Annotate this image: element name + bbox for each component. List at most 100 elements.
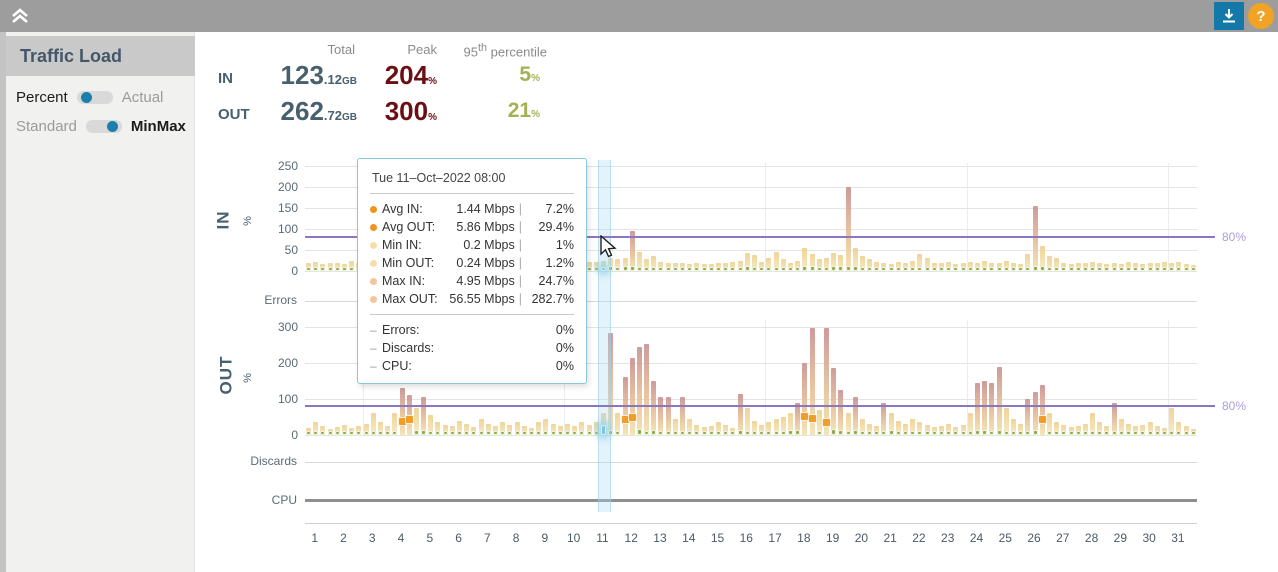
- avg-bar: [931, 267, 937, 271]
- gridline: [305, 435, 1197, 436]
- out-threshold-label: 80%: [1222, 399, 1247, 413]
- avg-marker: [821, 417, 831, 427]
- x-day-label: 1: [311, 531, 319, 545]
- avg-bar: [665, 431, 671, 435]
- x-day-label: 30: [1142, 531, 1156, 545]
- avg-bar: [377, 431, 383, 435]
- avg-bar: [744, 266, 750, 271]
- avg-bar: [716, 431, 722, 435]
- tooltip-aux-rows: – Errors: 0% – Discards: 0% – CPU: 0%: [370, 321, 574, 375]
- errors-axis-label: Errors: [264, 293, 297, 307]
- traffic-chart[interactable]: 250 200 150 100 50 0 300 200 100 0 1 2 3 4 5 6 7 8 9 10 11 12…: [0, 0, 1278, 572]
- x-day-label: 16: [739, 531, 753, 545]
- avg-bar: [701, 267, 707, 271]
- avg-bar: [1054, 431, 1060, 435]
- avg-bar: [787, 267, 793, 271]
- avg-bar: [529, 431, 534, 435]
- x-day-label: 12: [624, 531, 638, 545]
- avg-bar: [672, 431, 678, 435]
- avg-bar: [449, 431, 455, 435]
- avg-bar: [1126, 431, 1132, 435]
- series-marker-icon: [370, 259, 377, 267]
- avg-bar: [1183, 266, 1189, 271]
- avg-bar: [1111, 267, 1117, 271]
- avg-bar: [1154, 267, 1160, 271]
- y-tick-label: 0: [291, 264, 298, 278]
- max-bar: [629, 357, 635, 435]
- avg-bar: [1018, 267, 1024, 271]
- avg-bar: [622, 266, 628, 271]
- avg-bar: [680, 430, 686, 435]
- avg-bar: [852, 266, 858, 271]
- avg-bar: [457, 431, 463, 435]
- avg-bar: [1046, 431, 1052, 435]
- x-day-label: 31: [1171, 531, 1185, 545]
- y-tick-label: 50: [284, 243, 298, 257]
- max-bar: [982, 381, 988, 435]
- avg-bar: [629, 265, 635, 271]
- x-day-label: 28: [1084, 531, 1099, 545]
- max-bar: [658, 397, 664, 435]
- avg-bar: [1190, 267, 1196, 271]
- avg-bar: [867, 267, 873, 271]
- avg-bar: [737, 429, 743, 435]
- threshold-line: [305, 405, 1215, 408]
- avg-bar: [586, 430, 592, 435]
- avg-bar: [1046, 267, 1052, 271]
- in-axis-label: IN: [213, 210, 233, 230]
- avg-bar: [644, 430, 650, 435]
- avg-bar: [1075, 431, 1081, 435]
- avg-bar: [924, 267, 930, 271]
- discards-axis-label: Discards: [250, 454, 297, 468]
- gridline: [305, 399, 1197, 400]
- avg-bar: [636, 266, 642, 271]
- x-day-label: 13: [653, 531, 667, 545]
- tooltip-divider: [370, 193, 574, 194]
- avg-bar: [708, 431, 714, 435]
- avg-bar: [838, 265, 844, 271]
- avg-bar: [795, 429, 801, 435]
- avg-bar: [924, 431, 930, 435]
- avg-bar: [1169, 430, 1175, 435]
- avg-bar: [859, 431, 865, 435]
- avg-bar: [838, 429, 844, 435]
- avg-bar: [888, 430, 894, 435]
- x-day-label: 5: [426, 531, 434, 545]
- avg-bar: [341, 267, 347, 271]
- cpu-line: [305, 499, 1197, 502]
- avg-bar: [795, 266, 801, 271]
- avg-bar: [1003, 431, 1009, 435]
- x-day-label: 27: [1056, 531, 1070, 545]
- avg-bar: [1154, 431, 1160, 435]
- x-day-label: 11: [596, 531, 609, 545]
- avg-bar: [514, 431, 520, 435]
- avg-bar: [1147, 267, 1153, 271]
- avg-bar: [421, 429, 427, 435]
- avg-bar: [1118, 267, 1124, 271]
- weekly-gridline: [966, 163, 968, 271]
- avg-bar: [349, 431, 355, 435]
- avg-bar: [493, 431, 499, 435]
- avg-bar: [327, 266, 333, 271]
- dash-marker-icon: –: [370, 340, 377, 355]
- avg-marker: [1037, 415, 1047, 425]
- avg-bar: [327, 431, 333, 435]
- mouse-cursor: [598, 234, 620, 264]
- avg-bar: [845, 265, 851, 271]
- avg-bar: [586, 266, 592, 271]
- avg-bar: [651, 429, 657, 435]
- avg-bar: [1082, 431, 1088, 435]
- avg-bar: [752, 431, 757, 435]
- avg-bar: [385, 431, 391, 435]
- avg-bar: [960, 431, 966, 435]
- in-threshold-label: 80%: [1222, 230, 1247, 244]
- avg-bar: [939, 431, 945, 435]
- avg-bar: [1162, 431, 1168, 435]
- x-day-label: 20: [854, 531, 869, 545]
- max-bar: [644, 343, 650, 435]
- tooltip-row: Min IN: 0.2 Mbps | 1%: [370, 236, 574, 254]
- avg-bar: [485, 431, 491, 435]
- avg-bar: [1068, 431, 1074, 435]
- avg-bar: [1054, 267, 1060, 271]
- avg-bar: [306, 431, 311, 435]
